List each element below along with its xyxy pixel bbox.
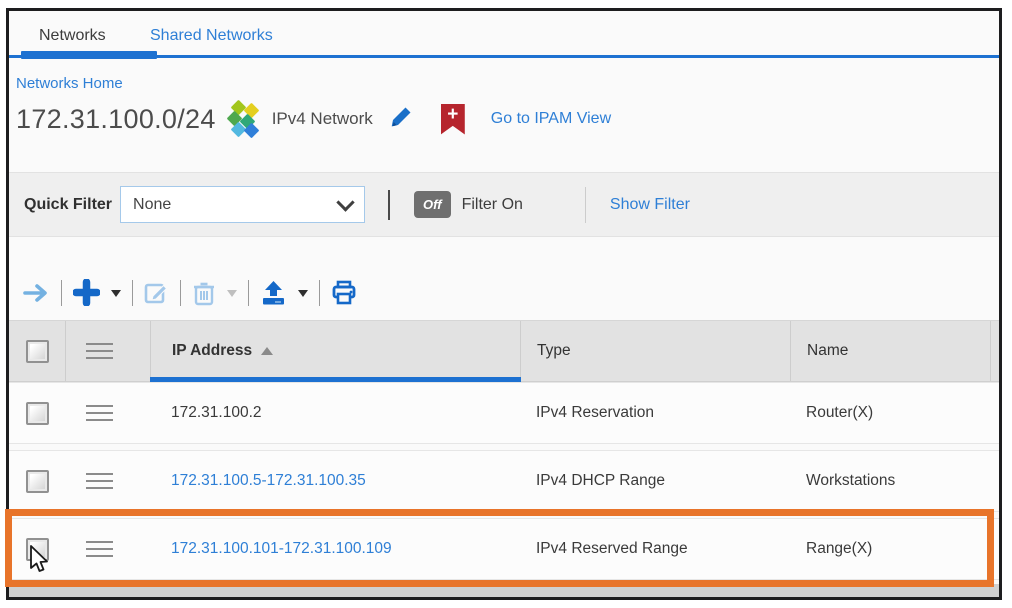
row-menu-icon[interactable] <box>86 541 113 557</box>
toolbar-separator <box>180 280 181 306</box>
edit-pencil-icon[interactable] <box>387 103 415 136</box>
type-cell: IPv4 Reservation <box>536 404 654 422</box>
toolbar-separator <box>319 280 320 306</box>
export-icon[interactable] <box>260 279 287 306</box>
toolbar-separator <box>248 280 249 306</box>
bookmark-add-icon[interactable]: + <box>441 104 465 135</box>
quick-filter-bar: Quick Filter None Off Filter On Show Fil… <box>9 172 999 237</box>
quick-filter-label: Quick Filter <box>24 196 112 214</box>
object-type-label: IPv4 Network <box>272 109 373 129</box>
page-header: 172.31.100.0/24 IPv4 Network + Go to IPA… <box>16 99 999 139</box>
filter-toggle-button[interactable]: Off <box>414 191 451 218</box>
go-to-ipam-view-link[interactable]: Go to IPAM View <box>491 110 611 128</box>
table-row: 172.31.100.2 IPv4 Reservation Router(X) <box>9 382 999 444</box>
active-tab-indicator <box>21 51 157 59</box>
type-cell: IPv4 Reserved Range <box>536 540 688 558</box>
sorted-column-underline <box>150 377 521 382</box>
ip-address-link[interactable]: 172.31.100.101-172.31.100.109 <box>171 540 392 558</box>
divider <box>585 187 586 223</box>
filter-on-label: Filter On <box>462 196 523 214</box>
table-header-row: IP Address Type Name <box>9 320 999 382</box>
ip-address-link[interactable]: 172.31.100.5-172.31.100.35 <box>171 472 366 490</box>
show-filter-link[interactable]: Show Filter <box>610 196 690 214</box>
name-cell: Range(X) <box>806 540 872 558</box>
select-all-checkbox[interactable] <box>26 340 49 363</box>
column-end-spacer <box>990 321 999 381</box>
chevron-down-icon <box>336 193 354 211</box>
row-menu-icon[interactable] <box>86 473 113 489</box>
table-row: 172.31.100.5-172.31.100.35 IPv4 DHCP Ran… <box>9 450 999 512</box>
delete-icon[interactable] <box>192 280 216 306</box>
quick-filter-select[interactable]: None <box>120 186 365 223</box>
add-dropdown-caret[interactable] <box>111 290 121 297</box>
grid-toolbar <box>23 275 999 310</box>
tab-divider-line <box>9 55 999 58</box>
export-dropdown-caret[interactable] <box>298 290 308 297</box>
page-title: 172.31.100.0/24 <box>16 104 216 135</box>
toolbar-separator <box>61 280 62 306</box>
tab-shared-networks[interactable]: Shared Networks <box>150 27 273 45</box>
sort-ascending-icon <box>261 347 273 355</box>
ip-address-cell: 172.31.100.2 <box>171 404 262 422</box>
table-footer-strip <box>9 584 999 597</box>
row-1-checkbox[interactable] <box>26 402 49 425</box>
quick-filter-selected-value: None <box>133 196 171 214</box>
edit-icon[interactable] <box>144 280 169 305</box>
table-row-highlighted: 172.31.100.101-172.31.100.109 IPv4 Reser… <box>9 518 999 580</box>
delete-dropdown-caret[interactable] <box>227 290 237 297</box>
go-to-arrow-icon[interactable] <box>23 282 50 304</box>
column-header-ip-address[interactable]: IP Address <box>150 321 520 381</box>
app-window: Networks Shared Networks Networks Home 1… <box>6 8 1002 600</box>
row-3-checkbox[interactable] <box>26 538 49 561</box>
add-icon[interactable] <box>73 279 100 306</box>
records-table: IP Address Type Name 172.31.100.2 IPv4 R… <box>9 320 999 580</box>
toolbar-separator <box>132 280 133 306</box>
column-header-type[interactable]: Type <box>520 321 790 381</box>
tab-bar: Networks Shared Networks <box>9 11 999 61</box>
ipv4-network-icon <box>226 101 264 137</box>
type-cell: IPv4 DHCP Range <box>536 472 665 490</box>
name-cell: Workstations <box>806 472 895 490</box>
breadcrumb-networks-home[interactable]: Networks Home <box>16 75 999 93</box>
divider <box>388 190 390 220</box>
header-menu-icon[interactable] <box>86 343 113 359</box>
row-menu-icon[interactable] <box>86 405 113 421</box>
print-icon[interactable] <box>331 280 357 305</box>
row-2-checkbox[interactable] <box>26 470 49 493</box>
tab-networks[interactable]: Networks <box>39 27 106 45</box>
name-cell: Router(X) <box>806 404 873 422</box>
column-header-name[interactable]: Name <box>790 321 990 381</box>
